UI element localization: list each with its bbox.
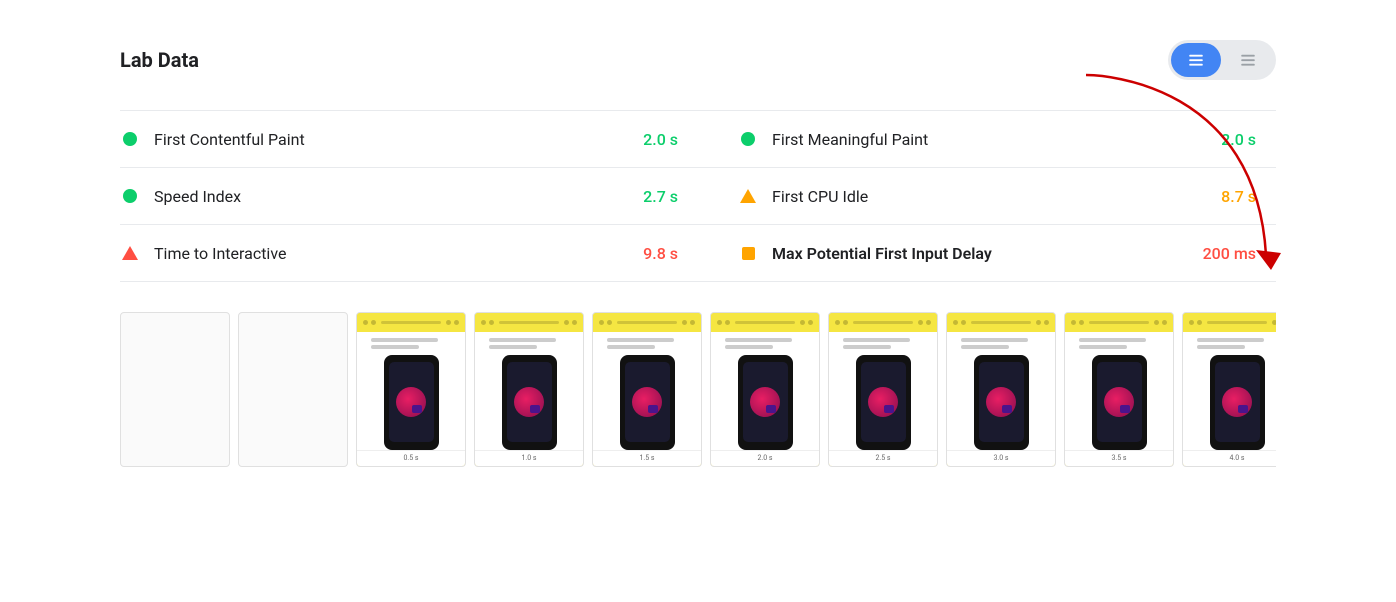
film-frame-5: 1.5 s	[592, 312, 702, 467]
tti-label: Time to Interactive	[154, 244, 633, 263]
tti-icon	[120, 243, 140, 263]
metrics-grid: First Contentful Paint 2.0 s Speed Index…	[120, 110, 1276, 282]
metric-row-tti: Time to Interactive 9.8 s	[120, 225, 698, 282]
film-frame-10: 4.0 s	[1182, 312, 1276, 467]
fmp-label: First Meaningful Paint	[772, 130, 1211, 149]
si-icon	[120, 186, 140, 206]
frame-3-timestamp: 0.5 s	[357, 450, 465, 466]
fcp-icon	[120, 129, 140, 149]
metrics-left-column: First Contentful Paint 2.0 s Speed Index…	[120, 111, 698, 282]
list-view-icon	[1187, 51, 1205, 69]
metric-row-mpfid: Max Potential First Input Delay 200 ms	[698, 225, 1276, 282]
fci-icon	[738, 186, 758, 206]
header: Lab Data	[120, 40, 1276, 80]
mpfid-value: 200 ms	[1203, 244, 1256, 263]
fci-value: 8.7 s	[1221, 187, 1256, 206]
si-label: Speed Index	[154, 187, 633, 206]
film-frame-7: 2.5 s	[828, 312, 938, 467]
fcp-label: First Contentful Paint	[154, 130, 633, 149]
film-frame-9: 3.5 s	[1064, 312, 1174, 467]
metric-row-fmp: First Meaningful Paint 2.0 s	[698, 111, 1276, 168]
film-frame-4: 1.0 s	[474, 312, 584, 467]
frame-5-timestamp: 1.5 s	[593, 450, 701, 466]
metric-row-fcp: First Contentful Paint 2.0 s	[120, 111, 698, 168]
film-frame-6: 2.0 s	[710, 312, 820, 467]
film-frame-8: 3.0 s	[946, 312, 1056, 467]
frame-10-timestamp: 4.0 s	[1183, 450, 1276, 466]
grid-view-icon	[1239, 51, 1257, 69]
view-toggle-group	[1168, 40, 1276, 80]
frame-7-timestamp: 2.5 s	[829, 450, 937, 466]
filmstrip: 0.5 s	[120, 312, 1276, 467]
frame-8-timestamp: 3.0 s	[947, 450, 1055, 466]
grid-view-button[interactable]	[1223, 43, 1273, 77]
frame-9-timestamp: 3.5 s	[1065, 450, 1173, 466]
frame-4-timestamp: 1.0 s	[475, 450, 583, 466]
metric-row-si: Speed Index 2.7 s	[120, 168, 698, 225]
mpfid-icon	[738, 243, 758, 263]
fmp-value: 2.0 s	[1221, 130, 1256, 149]
fmp-icon	[738, 129, 758, 149]
list-view-button[interactable]	[1171, 43, 1221, 77]
film-frame-1	[120, 312, 230, 467]
fci-label: First CPU Idle	[772, 187, 1211, 206]
si-value: 2.7 s	[643, 187, 678, 206]
section-title: Lab Data	[120, 48, 199, 72]
tti-value: 9.8 s	[643, 244, 678, 263]
film-frame-3: 0.5 s	[356, 312, 466, 467]
frame-6-timestamp: 2.0 s	[711, 450, 819, 466]
fcp-value: 2.0 s	[643, 130, 678, 149]
metric-row-fci: First CPU Idle 8.7 s	[698, 168, 1276, 225]
mpfid-label: Max Potential First Input Delay	[772, 244, 1193, 263]
main-container: Lab Data	[0, 0, 1396, 507]
film-frame-2	[238, 312, 348, 467]
metrics-right-column: First Meaningful Paint 2.0 s First CPU I…	[698, 111, 1276, 282]
